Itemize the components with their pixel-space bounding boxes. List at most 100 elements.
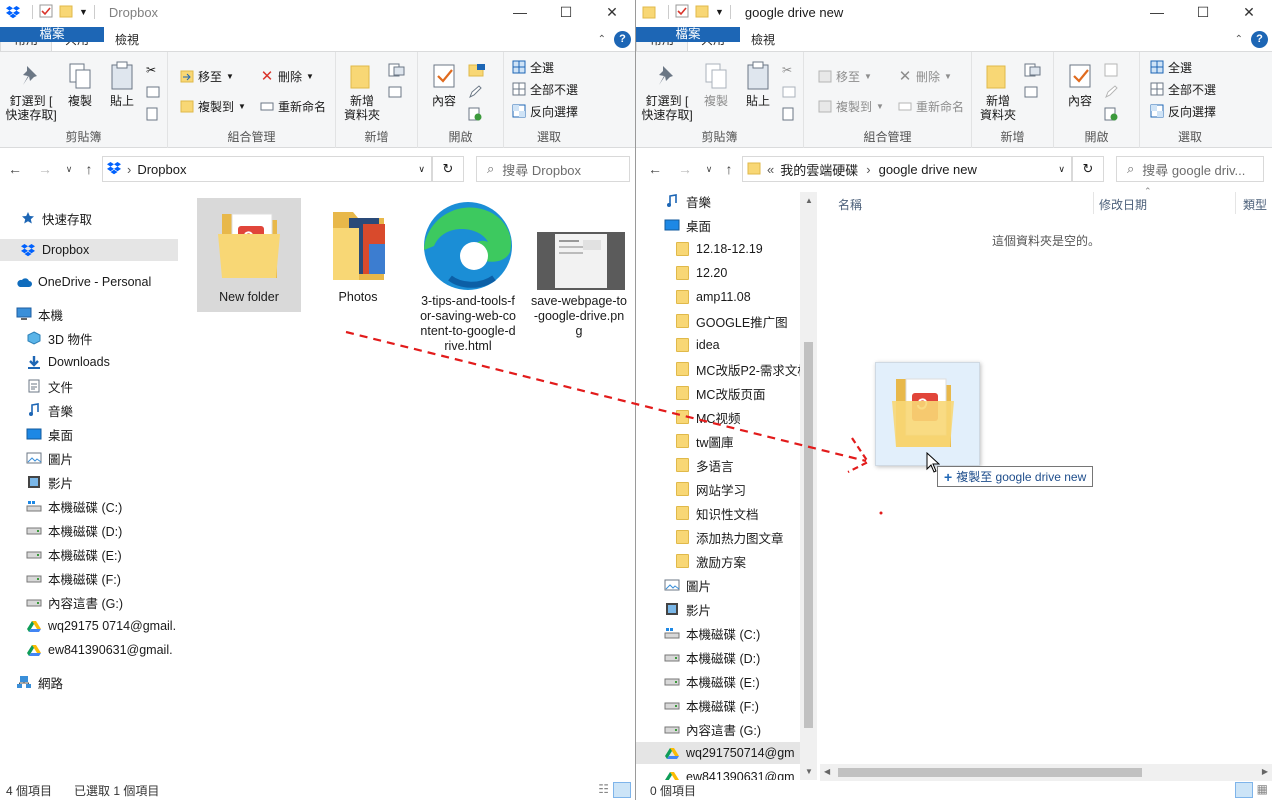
nav-item-18[interactable]: 本機磁碟 (C:) (664, 622, 800, 644)
select-all-button[interactable]: 全選 (512, 57, 554, 77)
breadcrumb-parent[interactable]: 我的雲端硬碟 (780, 160, 858, 179)
new-folder-button[interactable]: 新增 資料夾 (340, 60, 384, 122)
new-folder-button[interactable]: 新增 資料夾 (976, 60, 1020, 122)
copy-to-button[interactable]: 複製到 ▼ (180, 96, 246, 116)
invert-selection-button[interactable]: 反向選擇 (512, 101, 578, 121)
properties-quick-icon[interactable] (675, 4, 689, 21)
breadcrumb-current[interactable]: Dropbox (137, 162, 186, 177)
nav-item-2[interactable]: OneDrive - Personal (16, 271, 180, 293)
nav-item-14[interactable]: 添加热力图文章 (674, 526, 800, 548)
nav-item-8[interactable]: 桌面 (26, 423, 180, 445)
column-header-name[interactable]: 名稱 (838, 196, 862, 213)
scroll-right-icon[interactable]: ▶ (1262, 767, 1268, 776)
paste-button[interactable]: 貼上 (102, 60, 142, 108)
open-icon[interactable] (468, 60, 488, 80)
up-icon[interactable]: ↑ (720, 159, 738, 179)
nav-item-10[interactable]: tw圖庫 (674, 430, 800, 452)
copy-button[interactable]: 複製 (60, 60, 100, 108)
select-none-button[interactable]: 全部不選 (1150, 79, 1216, 99)
history-icon[interactable] (468, 104, 482, 124)
maximize-button[interactable]: ☐ (1180, 0, 1226, 24)
close-button[interactable]: ✕ (1226, 0, 1272, 24)
select-all-button[interactable]: 全選 (1150, 57, 1192, 77)
copy-path-icon[interactable] (782, 82, 796, 102)
file-item-photos[interactable]: Photos (306, 198, 410, 305)
nav-item-2[interactable]: 12.18-12.19 (674, 238, 800, 260)
nav-item-13[interactable]: 本機磁碟 (E:) (26, 543, 180, 565)
pin-quick-access-button[interactable]: 釘選到 [ 快速存取] (4, 60, 58, 122)
nav-item-9[interactable]: MC视频 (674, 406, 800, 428)
search-box[interactable]: ⌕ 搜尋 google driv... (1116, 156, 1264, 182)
nav-item-24[interactable]: ew841390631@gm (664, 766, 800, 780)
nav-item-20[interactable]: 本機磁碟 (E:) (664, 670, 800, 692)
address-dropdown-icon[interactable]: ∨ (418, 164, 425, 175)
new-folder-quick-icon[interactable] (695, 4, 709, 21)
nav-item-12[interactable]: 网站学习 (674, 478, 800, 500)
select-none-button[interactable]: 全部不選 (512, 79, 578, 99)
paste-button[interactable]: 貼上 (738, 60, 778, 108)
delete-button[interactable]: ✕ 刪除 ▼ (898, 66, 952, 86)
scroll-left-icon[interactable]: ◀ (824, 767, 830, 776)
nav-item-23[interactable]: wq291750714@gm (636, 742, 800, 764)
copy-to-button[interactable]: 複製到 ▼ (818, 96, 884, 116)
nav-item-17[interactable]: 影片 (664, 598, 800, 620)
nav-item-21[interactable]: 本機磁碟 (F:) (664, 694, 800, 716)
nav-item-7[interactable]: 音樂 (26, 399, 180, 421)
nav-item-3[interactable]: 12.20 (674, 262, 800, 284)
cut-icon[interactable]: ✂ (782, 60, 792, 80)
scroll-up-icon[interactable]: ▲ (805, 196, 813, 205)
rename-button[interactable]: 重新命名 (260, 96, 326, 116)
nav-item-15[interactable]: 內容這書 (G:) (26, 591, 180, 613)
column-header-date[interactable]: 修改日期 (1099, 196, 1147, 213)
nav-item-16[interactable]: 圖片 (664, 574, 800, 596)
easy-access-icon[interactable] (388, 82, 406, 102)
properties-button[interactable]: 內容 (424, 60, 464, 108)
history-icon[interactable] (1104, 104, 1118, 124)
maximize-button[interactable]: ☐ (543, 0, 589, 24)
nav-item-8[interactable]: MC改版页面 (674, 382, 800, 404)
nav-item-4[interactable]: 3D 物件 (26, 327, 180, 349)
column-header-type[interactable]: 類型 (1243, 196, 1267, 213)
scroll-thumb[interactable] (838, 768, 1142, 777)
nav-item-11[interactable]: 多语言 (674, 454, 800, 476)
open-icon[interactable] (1104, 60, 1124, 80)
nav-item-22[interactable]: 內容這書 (G:) (664, 718, 800, 740)
nav-item-17[interactable]: ew841390631@gmail. (26, 639, 180, 661)
close-button[interactable]: ✕ (589, 0, 635, 24)
tab-file[interactable]: 檔案 (0, 27, 104, 42)
new-item-icon[interactable] (388, 60, 406, 80)
help-icon[interactable]: ? (614, 30, 631, 48)
new-folder-quick-icon[interactable] (59, 4, 73, 21)
breadcrumb-overflow[interactable]: « (767, 162, 774, 177)
nav-item-15[interactable]: 激励方案 (674, 550, 800, 572)
refresh-button[interactable]: ↻ (432, 156, 464, 182)
forward-icon[interactable]: → (676, 159, 694, 179)
rename-button[interactable]: 重新命名 (898, 96, 964, 116)
up-icon[interactable]: ↑ (80, 159, 98, 179)
invert-selection-button[interactable]: 反向選擇 (1150, 101, 1216, 121)
back-icon[interactable]: ← (646, 159, 664, 179)
nav-item-0[interactable]: 快速存取 (20, 207, 180, 229)
nav-item-4[interactable]: amp11.08 (674, 286, 800, 308)
nav-item-5[interactable]: Downloads (26, 351, 180, 373)
pin-quick-access-button[interactable]: 釘選到 [ 快速存取] (640, 60, 694, 122)
move-to-button[interactable]: 移至 ▼ (818, 66, 872, 86)
nav-item-10[interactable]: 影片 (26, 471, 180, 493)
copy-button[interactable]: 複製 (696, 60, 736, 108)
minimize-button[interactable]: — (1134, 0, 1180, 24)
help-icon[interactable]: ? (1251, 30, 1268, 48)
large-icons-view-icon[interactable]: ▦ (1257, 782, 1268, 798)
back-icon[interactable]: ← (6, 159, 24, 179)
customize-quick-access-icon[interactable]: ▼ (79, 7, 88, 17)
delete-button[interactable]: ✕ 刪除 ▼ (260, 66, 314, 86)
nav-pane-scrollbar[interactable]: ▲ ▼ (800, 192, 817, 780)
move-to-button[interactable]: 移至 ▼ (180, 66, 234, 86)
tab-view[interactable]: 檢視 (102, 27, 152, 51)
nav-item-7[interactable]: MC改版P2-需求文档 (674, 358, 800, 380)
search-box[interactable]: ⌕ 搜尋 Dropbox (476, 156, 630, 182)
address-dropdown-icon[interactable]: ∨ (1058, 164, 1065, 175)
nav-item-6[interactable]: 文件 (26, 375, 180, 397)
nav-item-1[interactable]: 桌面 (664, 214, 800, 236)
paste-shortcut-icon[interactable] (146, 104, 158, 124)
content-horizontal-scrollbar[interactable]: ◀ ▶ (820, 764, 1272, 781)
